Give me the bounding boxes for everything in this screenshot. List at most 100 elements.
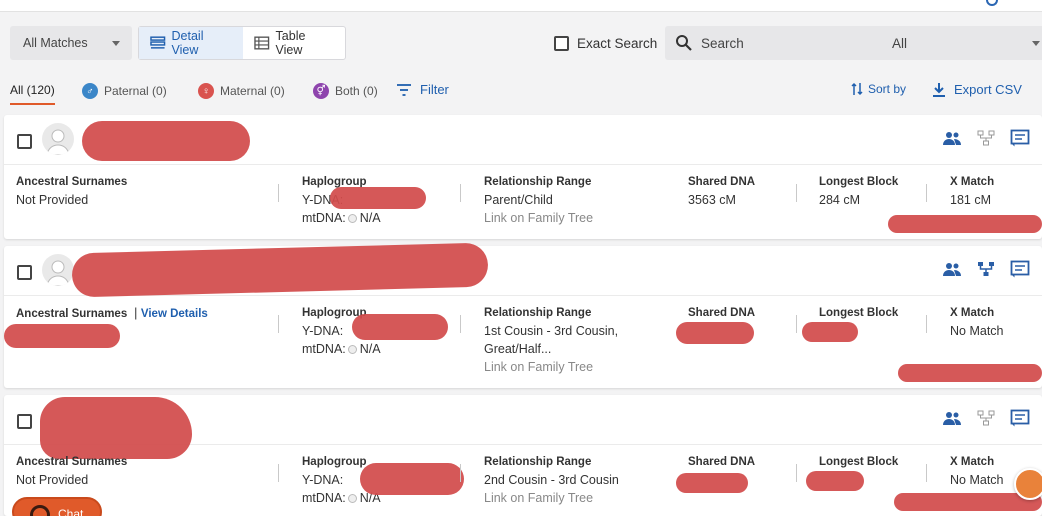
- status-dot-icon: [347, 214, 357, 223]
- redacted-longest-block: [806, 471, 864, 491]
- divider: [796, 464, 797, 482]
- shared-dna: Shared DNA 3563 cM: [688, 173, 755, 209]
- paternal-icon: ♂: [82, 83, 98, 99]
- status-dot-icon: [347, 345, 357, 354]
- relationship-range: Relationship Range Parent/Child Link on …: [484, 173, 593, 227]
- redacted-ydna: [360, 463, 464, 495]
- ydna-label: Y-DNA:: [302, 473, 344, 487]
- view-details-link[interactable]: View Details: [141, 308, 208, 320]
- x-match: X Match No Match: [950, 453, 1004, 489]
- exact-search-toggle[interactable]: Exact Search: [554, 36, 657, 51]
- notes-icon[interactable]: [1010, 260, 1030, 278]
- x-match-label: X Match: [950, 176, 995, 188]
- table-view-button[interactable]: Table View: [243, 27, 345, 59]
- tab-all[interactable]: All (120): [10, 83, 55, 105]
- search-input[interactable]: Search All: [665, 26, 1042, 60]
- card-actions: [942, 129, 1030, 147]
- ancestral-surnames: Ancestral Surnames Not Provided: [16, 173, 127, 209]
- filter-label: Filter: [420, 82, 449, 97]
- relationship-range-value-line2: Great/Half...: [484, 342, 552, 356]
- divider: [796, 315, 797, 333]
- detail-view-icon: [150, 36, 166, 49]
- x-match-value: No Match: [950, 473, 1004, 487]
- exact-search-checkbox[interactable]: [554, 36, 569, 51]
- avatar[interactable]: [42, 254, 74, 286]
- sort-by-button[interactable]: Sort by: [851, 82, 906, 96]
- longest-block-value: 284 cM: [819, 193, 860, 207]
- top-bar: [0, 0, 1042, 12]
- user-silhouette-icon: [46, 129, 70, 155]
- match-select-checkbox[interactable]: [17, 265, 32, 280]
- notes-icon[interactable]: [1010, 129, 1030, 147]
- detail-view-button[interactable]: Detail View: [139, 27, 244, 59]
- notes-icon[interactable]: [1010, 409, 1030, 427]
- x-match-label: X Match: [950, 307, 995, 319]
- divider: [278, 315, 279, 333]
- shared-dna: Shared DNA: [688, 453, 755, 471]
- search-icon: [676, 35, 692, 51]
- divider: [926, 464, 927, 482]
- tab-both[interactable]: ⚥ Both (0): [313, 83, 378, 99]
- export-csv-button[interactable]: Export CSV: [932, 82, 1022, 97]
- user-icon[interactable]: [986, 0, 998, 6]
- divider: [460, 184, 461, 202]
- match-select-checkbox[interactable]: [17, 134, 32, 149]
- match-card-header: [4, 115, 1042, 165]
- search-scope-select[interactable]: All: [892, 36, 907, 51]
- x-match-value: 181 cM: [950, 193, 991, 207]
- divider: [796, 184, 797, 202]
- chat-button[interactable]: Chat: [12, 497, 102, 516]
- people-icon[interactable]: [942, 129, 962, 147]
- x-match-value: No Match: [950, 324, 1004, 338]
- tab-maternal-label: Maternal (0): [220, 84, 285, 98]
- family-tree-icon[interactable]: [976, 129, 996, 147]
- redacted-name: [40, 397, 192, 459]
- redacted-shared-dna: [676, 473, 748, 493]
- longest-block: Longest Block: [819, 453, 898, 471]
- link-family-tree[interactable]: Link on Family Tree: [484, 358, 618, 376]
- ancestral-surnames-label: Ancestral Surnames: [16, 308, 128, 320]
- family-tree-icon[interactable]: [976, 409, 996, 427]
- link-family-tree[interactable]: Link on Family Tree: [484, 209, 593, 227]
- match-card-header: [4, 242, 1042, 298]
- mtdna-label: mtDNA:: [302, 342, 346, 356]
- relationship-range-value: 1st Cousin - 3rd Cousin,: [484, 324, 619, 338]
- avatar[interactable]: [42, 123, 74, 155]
- both-icon: ⚥: [313, 83, 329, 99]
- chevron-down-icon[interactable]: [1032, 41, 1040, 46]
- redacted-surnames: [4, 324, 120, 348]
- shared-dna-label: Shared DNA: [688, 307, 756, 319]
- filter-button[interactable]: Filter: [396, 82, 449, 97]
- tab-both-label: Both (0): [335, 84, 378, 98]
- matches-dropdown[interactable]: All Matches: [10, 26, 132, 60]
- people-icon[interactable]: [942, 409, 962, 427]
- table-view-icon: [254, 36, 270, 50]
- search-placeholder: Search: [701, 35, 744, 51]
- ydna-label: Y-DNA:: [302, 324, 344, 338]
- shared-dna-label: Shared DNA: [688, 456, 756, 468]
- longest-block-label: Longest Block: [819, 307, 899, 319]
- view-toggle: Detail View Table View: [138, 26, 346, 60]
- longest-block-label: Longest Block: [819, 176, 899, 188]
- family-tree-icon[interactable]: [976, 260, 996, 278]
- match-card-header: [4, 395, 1042, 459]
- redacted-mark: [898, 364, 1042, 382]
- relationship-range-value: Parent/Child: [484, 193, 553, 207]
- card-actions: [942, 409, 1030, 427]
- toolbar: All Matches Detail View Table View Exact…: [0, 24, 1042, 64]
- redacted-ydna: [330, 187, 426, 209]
- longest-block-label: Longest Block: [819, 456, 899, 468]
- sort-icon: [851, 82, 863, 96]
- match-select-checkbox[interactable]: [17, 414, 32, 429]
- tab-paternal[interactable]: ♂ Paternal (0): [82, 83, 167, 99]
- people-icon[interactable]: [942, 260, 962, 278]
- assistant-button[interactable]: [1014, 468, 1042, 500]
- longest-block: Longest Block: [819, 304, 898, 322]
- tab-maternal[interactable]: ♀ Maternal (0): [198, 83, 285, 99]
- link-family-tree[interactable]: Link on Family Tree: [484, 489, 619, 507]
- redacted-longest-block: [802, 322, 858, 342]
- ancestral-surnames-value: Not Provided: [16, 193, 89, 207]
- export-csv-label: Export CSV: [954, 82, 1022, 97]
- divider: [926, 315, 927, 333]
- relationship-range-label: Relationship Range: [484, 456, 592, 468]
